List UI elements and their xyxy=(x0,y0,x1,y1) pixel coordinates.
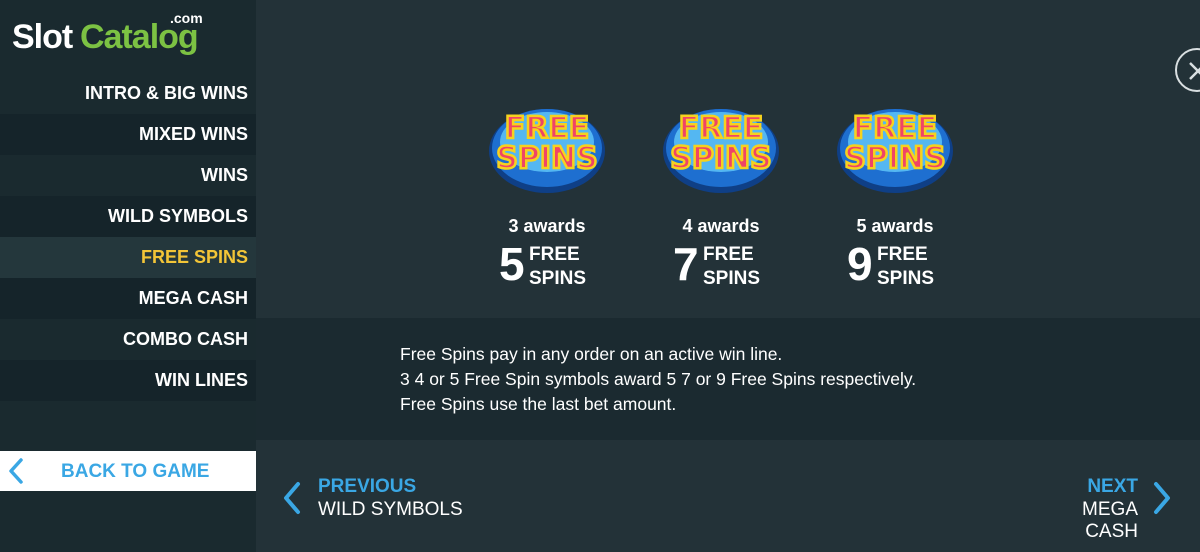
svg-text:SPINS: SPINS xyxy=(844,141,945,176)
slotcatalog-logo: Slot Catalog .com xyxy=(12,10,212,60)
back-to-game-label: BACK TO GAME xyxy=(61,461,210,482)
info-text: Free Spins pay in any order on an active… xyxy=(400,342,916,417)
sidebar: Slot Catalog .com INTRO & BIG WINS MIXED… xyxy=(0,0,256,552)
menu-item-win-lines[interactable]: WIN LINES xyxy=(0,360,256,401)
info-panel: Free Spins pay in any order on an active… xyxy=(256,318,1200,440)
award-column-4: FREE SPINS 4 awards 7 FREE SPINS xyxy=(651,96,791,289)
award-column-5: FREE SPINS 5 awards 9 FREE SPINS xyxy=(825,96,965,289)
award-count: 9 FREE SPINS xyxy=(825,239,965,289)
award-count-number: 5 xyxy=(499,238,525,290)
next-label: NEXT xyxy=(1087,476,1138,497)
award-count: 5 FREE SPINS xyxy=(477,239,617,289)
award-count: 7 FREE SPINS xyxy=(651,239,791,289)
menu-item-combo-cash[interactable]: COMBO CASH xyxy=(0,319,256,360)
next-page-button[interactable]: NEXT MEGA CASH xyxy=(1034,475,1138,543)
next-destination: MEGA CASH xyxy=(1082,499,1138,542)
info-line: 3 4 or 5 Free Spin symbols award 5 7 or … xyxy=(400,369,917,389)
free-spins-symbol-icon: FREE SPINS xyxy=(487,96,607,196)
award-label: 5 awards xyxy=(856,216,934,236)
menu-item-free-spins[interactable]: FREE SPINS xyxy=(0,237,256,278)
logo-slot-text: Slot xyxy=(12,18,73,56)
free-spins-symbol-icon: FREE SPINS xyxy=(661,96,781,196)
previous-label: PREVIOUS xyxy=(318,476,417,497)
logo-dotcom-text: .com xyxy=(170,10,203,26)
previous-page-button[interactable]: PREVIOUS WILD SYMBOLS xyxy=(318,475,463,521)
svg-text:SPINS: SPINS xyxy=(670,141,771,176)
chevron-right-icon[interactable] xyxy=(1152,481,1172,520)
previous-destination: WILD SYMBOLS xyxy=(318,499,463,520)
award-label: 4 awards xyxy=(682,216,760,236)
help-menu: INTRO & BIG WINS MIXED WINS WINS WILD SY… xyxy=(0,73,256,401)
free-spins-symbol-icon: FREE SPINS xyxy=(835,96,955,196)
award-count-unit: FREE SPINS xyxy=(877,244,935,289)
menu-item-intro-big-wins[interactable]: INTRO & BIG WINS xyxy=(0,73,256,114)
chevron-left-icon xyxy=(8,457,24,492)
award-count-number: 7 xyxy=(673,238,699,290)
info-line: Free Spins pay in any order on an active… xyxy=(400,344,783,364)
award-label: 3 awards xyxy=(508,216,586,236)
award-count-unit: FREE SPINS xyxy=(703,244,761,289)
chevron-left-icon[interactable] xyxy=(282,481,302,520)
close-button[interactable] xyxy=(1175,48,1200,92)
svg-text:SPINS: SPINS xyxy=(496,141,597,176)
award-column-3: FREE SPINS 3 awards 5 FREE SPINS xyxy=(477,96,617,289)
award-count-number: 9 xyxy=(847,238,873,290)
menu-item-mega-cash[interactable]: MEGA CASH xyxy=(0,278,256,319)
menu-item-wins[interactable]: WINS xyxy=(0,155,256,196)
award-count-unit: FREE SPINS xyxy=(529,244,587,289)
info-line: Free Spins use the last bet amount. xyxy=(400,394,677,414)
menu-item-wild-symbols[interactable]: WILD SYMBOLS xyxy=(0,196,256,237)
back-to-game-button[interactable]: BACK TO GAME xyxy=(0,451,256,491)
menu-item-mixed-wins[interactable]: MIXED WINS xyxy=(0,114,256,155)
